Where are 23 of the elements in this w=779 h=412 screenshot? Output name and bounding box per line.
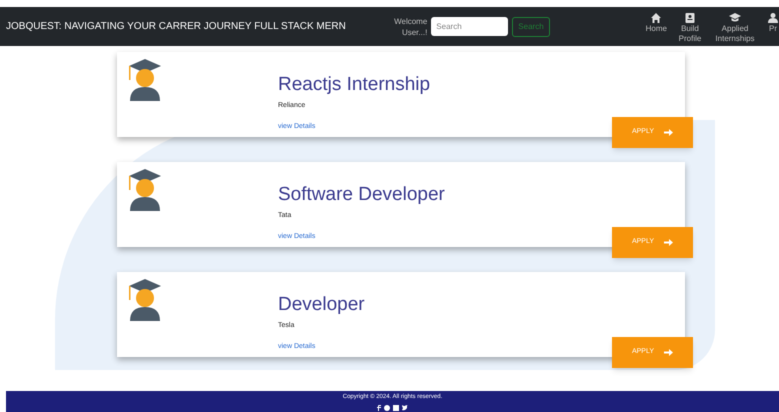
graduate-avatar-icon <box>127 277 163 321</box>
nav-link[interactable]: Build Profile <box>677 12 703 44</box>
graduate-avatar-icon <box>127 57 163 101</box>
arrow-right-icon <box>664 128 674 137</box>
arrow-right-icon <box>664 238 674 247</box>
job-title: Software Developer <box>278 184 445 206</box>
site-title: JOBQUEST: NAVIGATING YOUR CARRER JOURNEY FULL STACK MERN <box>6 20 346 34</box>
search-field[interactable]: Search <box>431 17 508 36</box>
facebook-icon[interactable] <box>377 405 381 411</box>
nav-link[interactable]: Home <box>646 12 667 34</box>
job-title: Developer <box>278 294 365 316</box>
nav-link[interactable]: Pr <box>767 12 779 34</box>
cap-icon <box>729 12 741 24</box>
welcome-text: Welcome User...! <box>393 16 428 38</box>
user-icon <box>767 12 779 24</box>
search-button[interactable]: Search <box>512 16 550 36</box>
job-title: Reactjs Internship <box>278 74 430 96</box>
badge-icon <box>684 12 696 24</box>
graduate-avatar-icon <box>127 167 163 211</box>
twitter-icon[interactable] <box>402 405 408 411</box>
nav-link[interactable]: Applied Internships <box>713 12 757 44</box>
arrow-right-icon <box>664 348 674 357</box>
home-icon <box>650 12 662 24</box>
